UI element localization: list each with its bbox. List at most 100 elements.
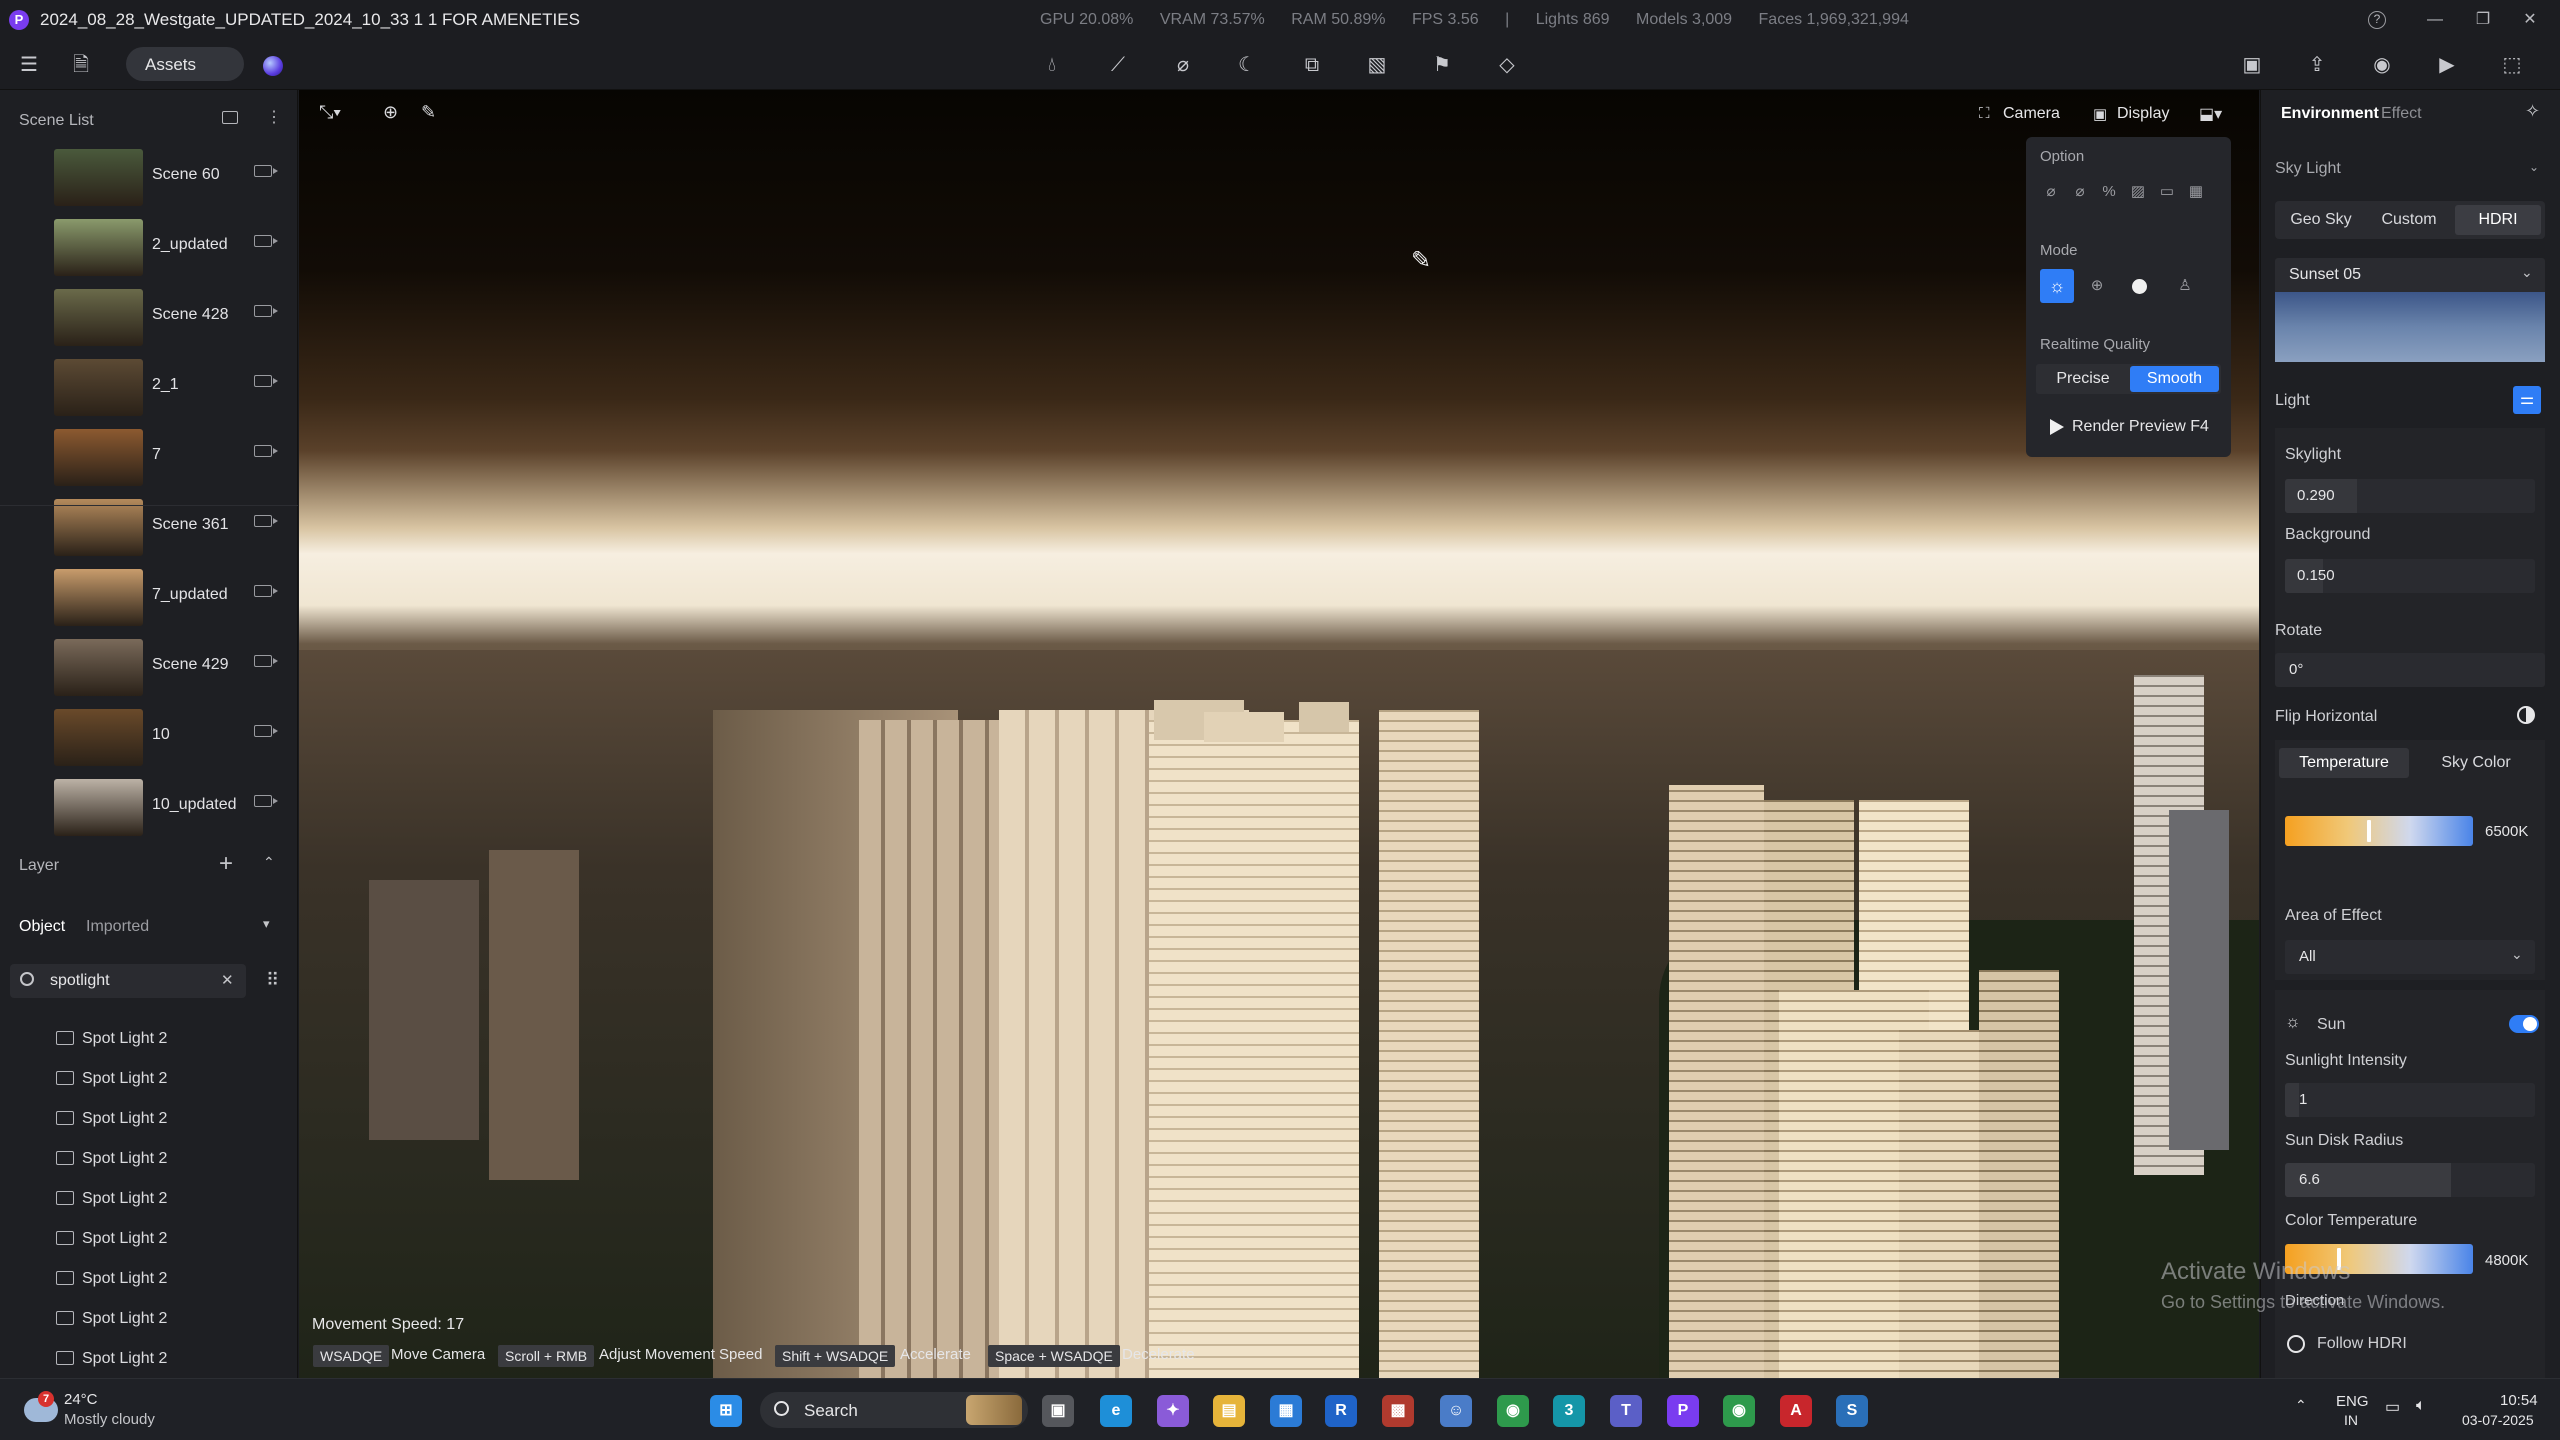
scene-thumbnail[interactable] xyxy=(54,149,143,206)
layer-item[interactable]: Spot Light 2 xyxy=(0,1259,298,1299)
follow-hdri-radio[interactable] xyxy=(2287,1335,2305,1353)
scene-camera-icon[interactable] xyxy=(254,165,278,177)
scene-thumbnail[interactable] xyxy=(54,219,143,276)
chrome2-app-icon[interactable]: ◉ xyxy=(1723,1395,1755,1427)
scene-camera-icon[interactable] xyxy=(254,305,278,317)
hdri-button[interactable]: HDRI xyxy=(2455,205,2541,235)
more-options-icon[interactable]: ⋮ xyxy=(266,107,282,127)
help-icon[interactable]: ? xyxy=(2368,11,2386,29)
scene-list-item[interactable]: Scene 60 xyxy=(0,143,298,213)
fire-icon[interactable]: ☾ xyxy=(1232,50,1262,80)
scene-list-item[interactable]: 2_1 xyxy=(0,353,298,423)
transform-gizmo-icon[interactable]: ⤡▾ xyxy=(319,102,341,123)
option-leaf2-icon[interactable]: ⌀ xyxy=(2069,181,2091,203)
scene-list-item[interactable]: Scene 429 xyxy=(0,633,298,703)
path-tool-icon[interactable]: ⟋ xyxy=(1103,50,1133,80)
store-app-icon[interactable]: ▦ xyxy=(1270,1395,1302,1427)
add-scene-icon[interactable] xyxy=(222,111,238,124)
terrain-icon[interactable]: ◇ xyxy=(1492,50,1522,80)
flip-horizontal-icon[interactable] xyxy=(2517,706,2535,724)
layer-item[interactable]: Spot Light 2 xyxy=(0,1299,298,1339)
mode-sun-icon[interactable]: ☼ xyxy=(2040,269,2074,303)
scene-thumbnail[interactable] xyxy=(54,289,143,346)
mode-globe-icon[interactable]: ⊕ xyxy=(2086,275,2108,297)
view-mode-icon[interactable]: ⬓▾ xyxy=(2199,104,2222,124)
sunlight-intensity-slider[interactable] xyxy=(2285,1083,2535,1117)
temperature-gradient-slider[interactable] xyxy=(2285,816,2473,846)
scene-camera-icon[interactable] xyxy=(254,795,278,807)
teams-app-icon[interactable]: T xyxy=(1610,1395,1642,1427)
mode-sphere-icon[interactable] xyxy=(2132,279,2147,294)
scene-list-item[interactable]: Scene 361 xyxy=(0,493,298,563)
mode-person-icon[interactable]: ♙ xyxy=(2174,275,2196,297)
brush-icon[interactable]: ⌀ xyxy=(1168,50,1198,80)
tab-effect[interactable]: Effect xyxy=(2381,105,2422,123)
option-percent-icon[interactable]: % xyxy=(2098,181,2120,203)
layer-item[interactable]: Spot Light 2 xyxy=(0,1059,298,1099)
hdri-preset-select[interactable]: Sunset 05 ⌄ xyxy=(2275,258,2545,292)
clear-search-icon[interactable]: ✕ xyxy=(221,971,234,989)
share-icon[interactable]: ⇪ xyxy=(2302,50,2332,80)
option-chart-icon[interactable]: ▨ xyxy=(2127,181,2149,203)
pin-icon[interactable]: ✧ xyxy=(2525,101,2540,122)
scene-list-item[interactable]: 10 xyxy=(0,703,298,773)
collapse-icon[interactable]: ⌃ xyxy=(263,854,275,871)
option-leaf-icon[interactable]: ⌀ xyxy=(2040,181,2062,203)
file-icon[interactable]: 🗎 xyxy=(66,50,96,80)
grid-view-icon[interactable]: ⠿ xyxy=(266,970,279,991)
3d-viewport[interactable]: ⤡▾ ⊕ ✎ ⛶ Camera ▣ Display ⬓▾ ✎ xyxy=(299,90,2259,1378)
clock-time[interactable]: 10:54 xyxy=(2500,1392,2538,1409)
precise-button[interactable]: Precise xyxy=(2038,366,2128,392)
scene-thumbnail[interactable] xyxy=(54,499,143,556)
render-icon[interactable]: ⬚ xyxy=(2497,50,2527,80)
scene-thumbnail[interactable] xyxy=(54,709,143,766)
layer-item[interactable]: Spot Light 2 xyxy=(0,1219,298,1259)
people-app-icon[interactable]: ☺ xyxy=(1440,1395,1472,1427)
camera-snapshot-icon[interactable]: ◉ xyxy=(2367,50,2397,80)
light-settings-icon[interactable]: ⚌ xyxy=(2513,386,2541,414)
camera-button[interactable]: Camera xyxy=(2003,105,2060,123)
sketchup-app-icon[interactable]: S xyxy=(1836,1395,1868,1427)
3dsmax-app-icon[interactable]: 3 xyxy=(1553,1395,1585,1427)
menu-icon[interactable]: ☰ xyxy=(14,50,44,80)
media-app-icon[interactable]: ▩ xyxy=(1382,1395,1414,1427)
sequence-icon[interactable]: ▧ xyxy=(1362,50,1392,80)
scene-thumbnail[interactable] xyxy=(54,639,143,696)
scene-list-item[interactable]: Scene 428 xyxy=(0,283,298,353)
layer-item[interactable]: Spot Light 2 xyxy=(0,1099,298,1139)
close-button[interactable]: ✕ xyxy=(2515,6,2545,34)
sky-color-tab[interactable]: Sky Color xyxy=(2411,748,2541,778)
rotate-input[interactable] xyxy=(2275,653,2545,687)
layer-item[interactable]: Spot Light 2 xyxy=(0,1179,298,1219)
scene-thumbnail[interactable] xyxy=(54,569,143,626)
add-layer-icon[interactable]: + xyxy=(219,850,233,878)
taskbar-search-box[interactable]: Search xyxy=(760,1392,1028,1428)
tab-environment[interactable]: Environment xyxy=(2281,105,2379,123)
edge-app-icon[interactable]: e xyxy=(1100,1395,1132,1427)
task-view-app-icon[interactable]: ▣ xyxy=(1042,1395,1074,1427)
video-icon[interactable]: ▶ xyxy=(2432,50,2462,80)
show-hidden-icons[interactable]: ⌃ xyxy=(2295,1397,2307,1414)
render-preview-button[interactable]: Render Preview F4 xyxy=(2072,418,2209,436)
eyedropper-icon[interactable]: ✎ xyxy=(421,102,436,123)
scene-list-item[interactable]: 7_updated xyxy=(0,563,298,633)
layer-item[interactable]: Spot Light 2 xyxy=(0,1139,298,1179)
revit-app-icon[interactable]: R xyxy=(1325,1395,1357,1427)
material-drop-icon[interactable]: 💧︎ xyxy=(1037,50,1067,80)
temperature-tab[interactable]: Temperature xyxy=(2279,748,2409,778)
restore-button[interactable]: ❐ xyxy=(2468,6,2498,34)
geo-sky-button[interactable]: Geo Sky xyxy=(2279,205,2363,235)
copilot-app-icon[interactable]: ✦ xyxy=(1157,1395,1189,1427)
scene-camera-icon[interactable] xyxy=(254,585,278,597)
chrome-app-icon[interactable]: ◉ xyxy=(1497,1395,1529,1427)
layer-item[interactable]: Spot Light 2 xyxy=(0,1019,298,1059)
display-button[interactable]: Display xyxy=(2117,105,2169,123)
layer-search-input[interactable]: spotlight ✕ xyxy=(10,964,246,998)
tab-object[interactable]: Object xyxy=(19,918,65,936)
scene-thumbnail[interactable] xyxy=(54,779,143,836)
scene-camera-icon[interactable] xyxy=(254,375,278,387)
camera-icon[interactable]: ⛶ xyxy=(1979,105,1990,122)
start-app-icon[interactable]: ⊞ xyxy=(710,1395,742,1427)
volume-icon[interactable]: 🔈︎ xyxy=(2416,1397,2426,1415)
scene-list-item[interactable]: 2_updated xyxy=(0,213,298,283)
